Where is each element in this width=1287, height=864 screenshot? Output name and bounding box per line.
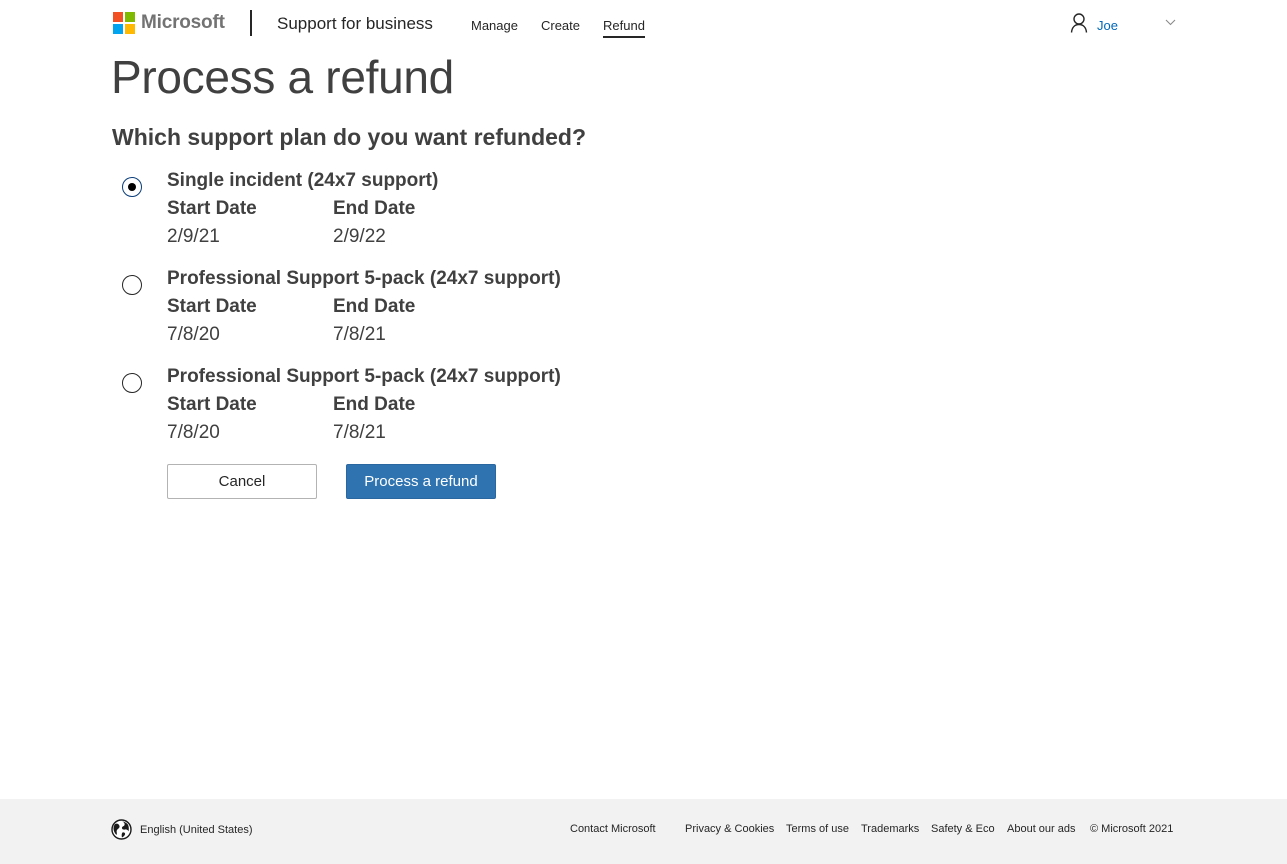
start-date-label: Start Date: [167, 198, 257, 219]
person-icon: [1070, 13, 1088, 33]
copyright: © Microsoft 2021: [1090, 823, 1174, 835]
footer-link-terms[interactable]: Terms of use: [786, 823, 849, 835]
end-date-label: End Date: [333, 296, 416, 317]
question-heading: Which support plan do you want refunded?: [112, 124, 587, 150]
plan-radio-1[interactable]: [122, 177, 142, 197]
footer-link-ads[interactable]: About our ads: [1007, 823, 1076, 835]
header-divider: [250, 10, 252, 36]
plan-radio-3[interactable]: [122, 373, 142, 393]
site-footer: English (United States) Contact Microsof…: [0, 799, 1287, 864]
process-refund-button[interactable]: Process a refund: [346, 464, 496, 499]
plan-name: Professional Support 5-pack (24x7 suppor…: [167, 268, 561, 289]
chevron-down-icon[interactable]: [1165, 18, 1176, 26]
footer-link-safety[interactable]: Safety & Eco: [931, 823, 995, 835]
nav-item-manage[interactable]: Manage: [471, 18, 518, 38]
footer-link-contact[interactable]: Contact Microsoft: [570, 823, 656, 835]
plan-name: Professional Support 5-pack (24x7 suppor…: [167, 366, 561, 387]
microsoft-logo-icon: [113, 12, 135, 34]
start-date-value: 7/8/20: [167, 422, 220, 443]
end-date-label: End Date: [333, 198, 416, 219]
main-nav: Manage Create Refund: [471, 18, 668, 38]
start-date-value: 7/8/20: [167, 324, 220, 345]
plan-radio-2[interactable]: [122, 275, 142, 295]
end-date-value: 7/8/21: [333, 324, 386, 345]
start-date-label: Start Date: [167, 296, 257, 317]
end-date-value: 7/8/21: [333, 422, 386, 443]
logo-text: Microsoft: [141, 12, 225, 33]
footer-link-privacy[interactable]: Privacy & Cookies: [685, 823, 774, 835]
microsoft-logo[interactable]: Microsoft: [113, 12, 225, 34]
end-date-value: 2/9/22: [333, 226, 386, 247]
locale-label: English (United States): [140, 823, 253, 836]
site-header: Microsoft Support for business Manage Cr…: [0, 0, 1287, 50]
end-date-label: End Date: [333, 394, 416, 415]
brand-title[interactable]: Support for business: [277, 14, 433, 34]
start-date-label: Start Date: [167, 394, 257, 415]
cancel-button[interactable]: Cancel: [167, 464, 317, 499]
globe-icon: [111, 819, 132, 840]
page-title: Process a refund: [111, 51, 454, 103]
footer-link-trademarks[interactable]: Trademarks: [861, 823, 919, 835]
start-date-value: 2/9/21: [167, 226, 220, 247]
locale-selector[interactable]: English (United States): [111, 819, 253, 840]
user-name: Joe: [1097, 18, 1118, 33]
nav-item-create[interactable]: Create: [541, 18, 580, 38]
user-menu[interactable]: Joe: [1070, 13, 1118, 33]
nav-item-refund[interactable]: Refund: [603, 18, 645, 38]
plan-name: Single incident (24x7 support): [167, 170, 439, 191]
